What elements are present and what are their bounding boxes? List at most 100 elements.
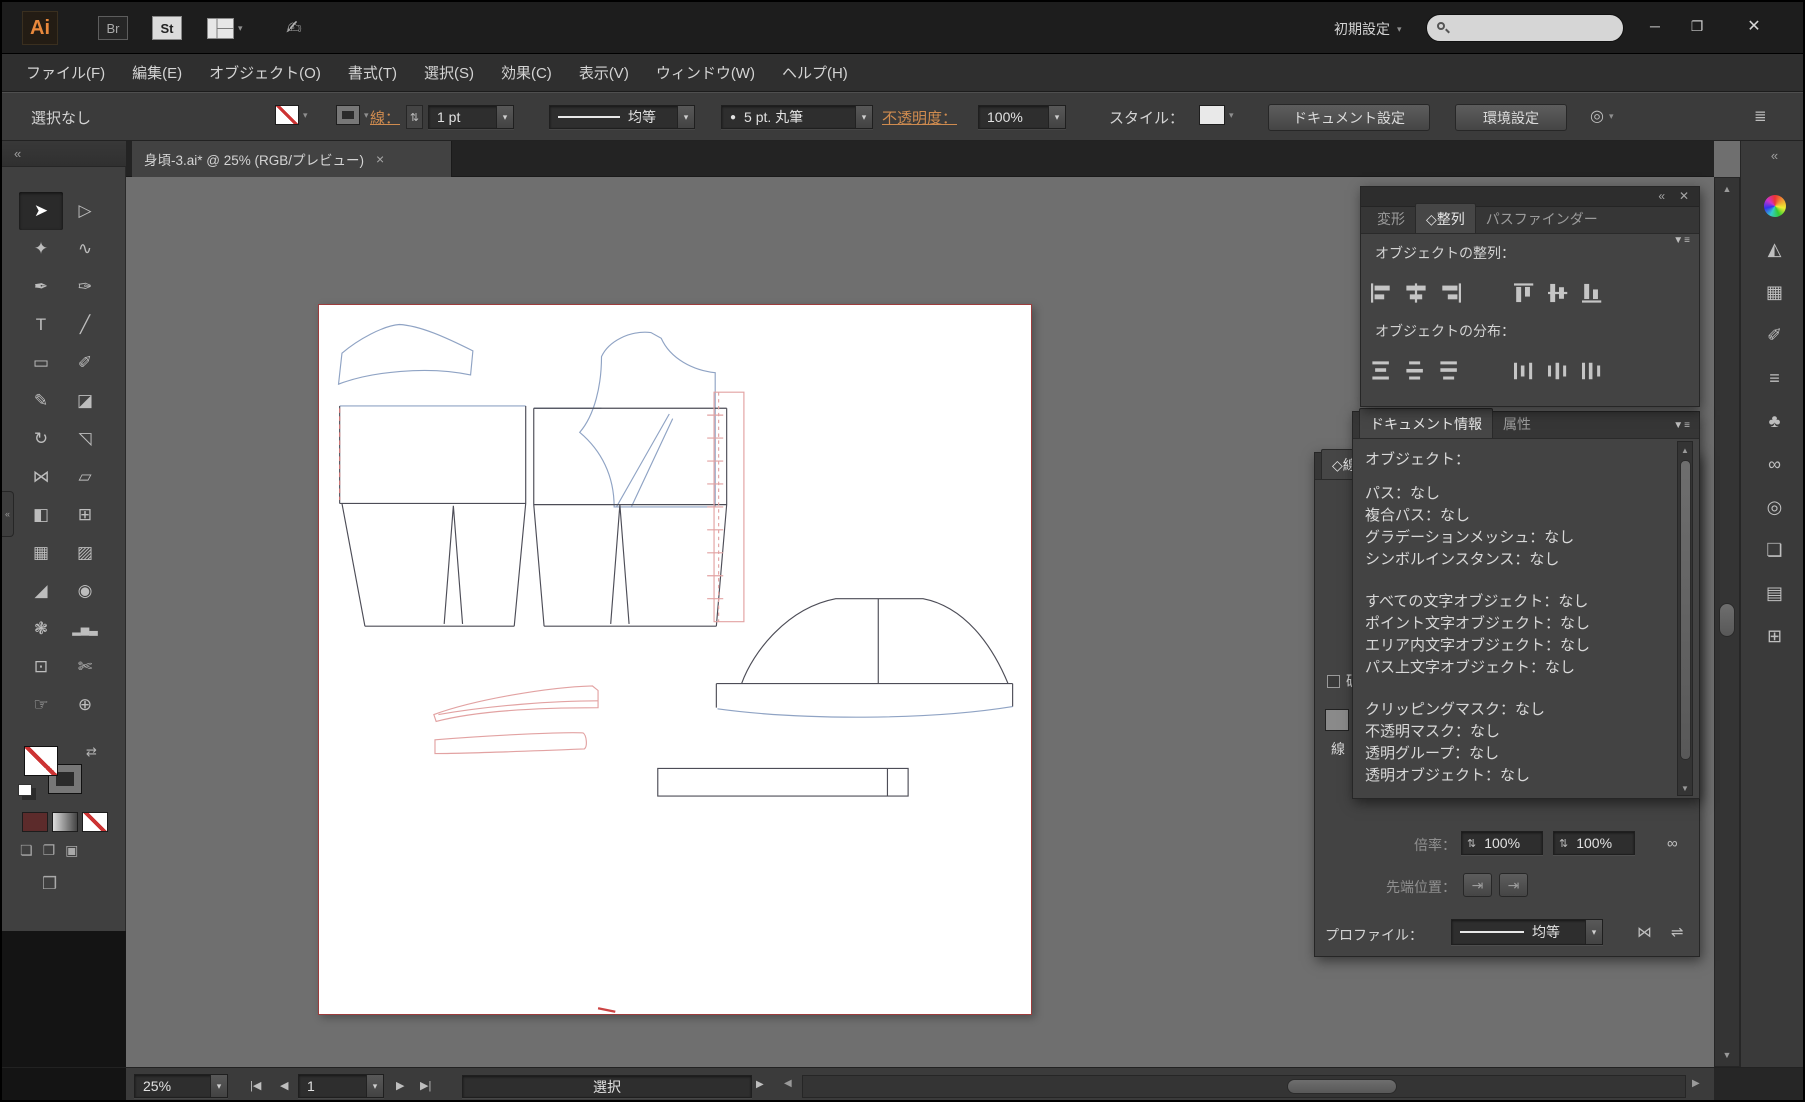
stroke-width-stepper[interactable]: ⇅ [406,105,423,129]
scroll-down-icon[interactable]: ▼ [1678,782,1692,794]
type-tool-button[interactable]: T [19,306,63,344]
vertical-scroll-thumb[interactable] [1719,603,1735,637]
screen-mode-icon[interactable]: ❒ [42,874,57,894]
align-left-button[interactable] [1365,279,1399,307]
panel-flyout-icon[interactable]: ▼≡ [1673,420,1691,431]
opacity-combo[interactable]: 100% ▾ [978,105,1066,129]
pattern-piece-left-block[interactable] [340,406,526,626]
align-top-button[interactable] [1508,279,1542,307]
document-tab[interactable]: 身頃-3.ai* @ 25% (RGB/プレビュー) × [132,141,452,177]
control-panel-menu-icon[interactable]: ≣ [1754,107,1767,125]
stroke-panel-icon[interactable]: ≡ [1769,368,1780,389]
preferences-button[interactable]: 環境設定 [1455,104,1567,131]
distribute-right-button[interactable] [1576,357,1610,385]
sleeve-cap-band-curve[interactable] [717,707,1012,718]
menu-window[interactable]: ウィンドウ(W) [656,62,755,83]
draw-inside-icon[interactable]: ▣ [65,842,78,859]
pattern-piece-center-block[interactable] [534,408,727,626]
stroke-swatch-combo[interactable]: ▾ [336,105,369,125]
align-vertical-center-button[interactable] [1542,279,1576,307]
artboards-panel-icon[interactable]: ⊞ [1767,626,1782,647]
canvas-horizontal-scrollbar[interactable] [802,1075,1686,1098]
lasso-tool-button[interactable]: ∿ [63,230,107,268]
swatches-panel-icon[interactable]: ▦ [1766,282,1783,303]
menu-effect[interactable]: 効果(C) [501,62,552,83]
tip-extend-button[interactable]: ⇥ [1463,873,1492,897]
pattern-piece-back-yoke[interactable] [339,325,473,385]
swap-fill-stroke-icon[interactable]: ⇄ [86,744,97,760]
menu-object[interactable]: オブジェクト(O) [209,62,321,83]
collapsed-panel-tab[interactable]: « [2,491,14,537]
hand-gesture-icon[interactable]: ✍ [280,14,308,42]
artboard-navigation-combo[interactable]: 1 ▾ [298,1074,384,1098]
tab-align[interactable]: ◇整列 [1415,203,1476,233]
color-guide-panel-icon[interactable]: ◭ [1768,239,1782,260]
minimize-button[interactable]: ─ [1634,10,1676,42]
blend-tool-button[interactable]: ◉ [63,572,107,610]
hand-tool-button[interactable]: ☞ [19,686,63,724]
graphic-styles-panel-icon[interactable]: ❏ [1766,540,1782,561]
menu-file[interactable]: ファイル(F) [26,62,105,83]
chevron-down-icon[interactable]: ▾ [366,1075,383,1097]
last-artboard-button[interactable]: ▶| [420,1079,431,1092]
fill-swatch-combo[interactable]: ▾ [275,105,308,125]
artboard[interactable] [318,304,1032,1015]
chevron-down-icon[interactable]: ▾ [855,106,872,128]
document-setup-button[interactable]: ドキュメント設定 [1268,104,1430,131]
scroll-thumb[interactable] [1680,460,1691,760]
align-right-button[interactable] [1433,279,1467,307]
align-horizontal-center-button[interactable] [1399,279,1433,307]
previous-artboard-button[interactable]: ◀ [280,1079,288,1092]
status-field-expand-icon[interactable]: ▶ [756,1079,764,1090]
gradient-tool-button[interactable]: ▨ [63,534,107,572]
pattern-piece-collar-band[interactable] [435,733,586,754]
chevron-down-icon[interactable]: ▾ [1048,106,1065,128]
menu-type[interactable]: 書式(T) [348,62,397,83]
search-box[interactable] [1426,14,1624,42]
color-mode-button[interactable] [22,812,48,832]
line-segment-tool-button[interactable]: ╱ [63,306,107,344]
add-anchor-point-tool-button[interactable]: ✑ [63,268,107,306]
hscroll-left-icon[interactable]: ◀ [784,1078,792,1089]
rotate-tool-button[interactable]: ↻ [19,420,63,458]
chevron-down-icon[interactable]: ▾ [496,106,513,128]
tab-document-info[interactable]: ドキュメント情報 [1359,408,1493,438]
chevron-down-icon[interactable]: ▾ [1585,920,1602,944]
zoom-tool-button[interactable]: ⊕ [63,686,107,724]
workspace-switcher[interactable]: 初期設定 ▾ [1334,16,1402,42]
shape-builder-tool-button[interactable]: ◧ [19,496,63,534]
direct-selection-tool-button[interactable]: ▷ [63,192,107,230]
perspective-grid-tool-button[interactable]: ⊞ [63,496,107,534]
scroll-up-icon[interactable]: ▲ [1715,182,1739,196]
draw-normal-icon[interactable]: ❏ [20,842,33,859]
fill-indicator[interactable] [24,746,58,776]
arrange-documents-button[interactable]: ▾ [207,16,255,40]
tools-panel-header[interactable]: « [2,141,126,167]
menu-select[interactable]: 選択(S) [424,62,474,83]
collapse-panel-icon[interactable]: « [1658,189,1665,203]
chevron-down-icon[interactable]: ▾ [677,106,694,128]
document-tab-close-icon[interactable]: × [376,151,384,167]
flip-across-icon[interactable]: ⇌ [1671,923,1684,941]
free-transform-tool-button[interactable]: ▱ [63,458,107,496]
eyedropper-tool-button[interactable]: ◢ [19,572,63,610]
pencil-tool-button[interactable]: ✎ [19,382,63,420]
pattern-piece-sleeve-cap[interactable] [716,599,1012,708]
symbols-panel-icon[interactable]: ♣ [1769,411,1781,432]
column-graph-tool-button[interactable]: ▂▅▃ [63,610,107,648]
scroll-down-icon[interactable]: ▼ [1715,1048,1739,1062]
magic-wand-tool-button[interactable]: ✦ [19,230,63,268]
selection-tool-button[interactable]: ➤ [19,192,63,230]
opacity-panel-link[interactable]: 不透明度： [882,107,957,128]
slice-tool-button[interactable]: ✄ [63,648,107,686]
brushes-panel-icon[interactable]: ✐ [1767,325,1782,346]
horizontal-scroll-thumb[interactable] [1287,1079,1397,1094]
profile-combo[interactable]: 均等 ▾ [1451,919,1603,945]
status-indicator-field[interactable]: 選択 [462,1075,752,1098]
close-button[interactable]: ✕ [1718,10,1790,42]
menu-help[interactable]: ヘルプ(H) [782,62,848,83]
pattern-facing-strip[interactable] [707,392,744,621]
tab-pathfinder[interactable]: パスファインダー [1476,204,1608,233]
appearance-panel-icon[interactable]: ◎ [1767,497,1783,518]
symbol-sprayer-tool-button[interactable]: ❃ [19,610,63,648]
